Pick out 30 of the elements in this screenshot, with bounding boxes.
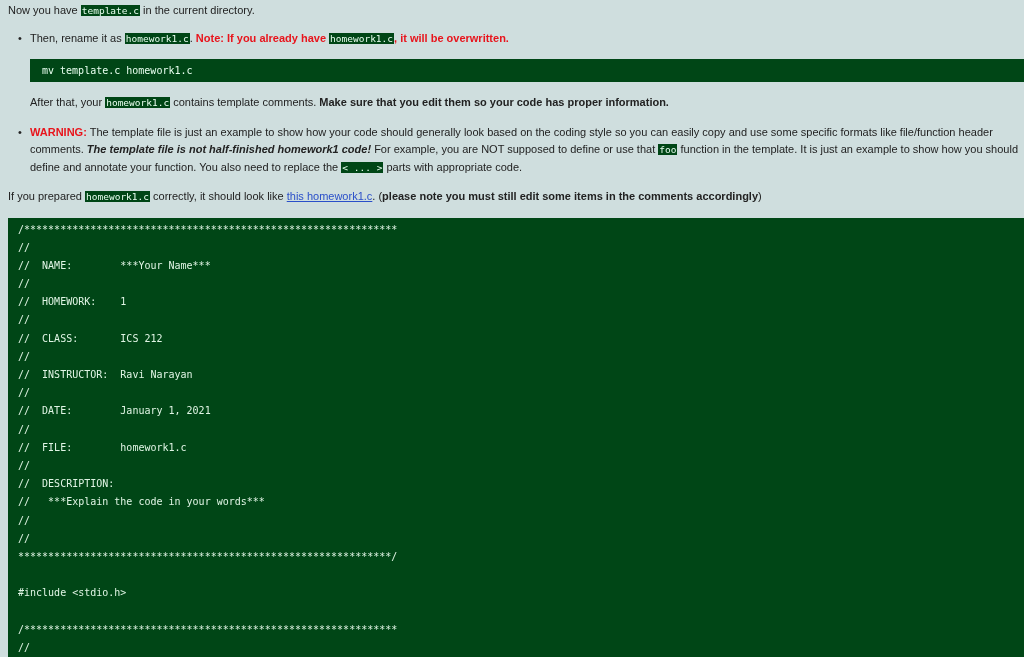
code-line: // DATE: January 1, 2021 bbox=[18, 404, 212, 419]
code-line: /************************************************************** bbox=[18, 222, 399, 237]
code-line: // bbox=[18, 386, 32, 401]
code-line: // bbox=[18, 313, 32, 328]
code-line: // bbox=[18, 513, 32, 528]
code-line: // ***Explain the code in your words*** bbox=[18, 495, 266, 510]
code-line: // bbox=[18, 531, 32, 546]
code-line: // CLASS: ICS 212 bbox=[18, 331, 164, 346]
code-line: // FILE: homework1.c bbox=[18, 440, 188, 455]
code-line: // bbox=[18, 277, 32, 292]
code-line: #include <stdio.h> bbox=[18, 586, 128, 601]
code-line: // bbox=[18, 422, 32, 437]
code-line: // bbox=[18, 640, 32, 655]
code-line: // HOMEWORK: 1 bbox=[18, 295, 128, 310]
code-line: // DESCRIPTION: bbox=[18, 477, 116, 492]
command-block: mv template.c homework1.c bbox=[30, 59, 1024, 82]
paragraph: Then, rename it as homework1.c. Note: If you already have homework1.c, it will be overwritten. bbox=[30, 30, 510, 46]
code-line: // bbox=[18, 349, 32, 364]
paragraph: WARNING: The template file is just an example to show how your code should generally look based on the coding style so you can easily copy and use some specific formats like file/function header comments. The template file is not half-finished homework1 code! For example, you are NOT supposed to define or use that foo function in the template. It is just an example to show how you should define and annotate your function. You also need to replace the < ... > parts with appropriate code. bbox=[30, 124, 1020, 175]
code-line: // bbox=[18, 458, 32, 473]
bullet: • bbox=[18, 30, 23, 46]
paragraph: If you prepared homework1.c correctly, it should look like this homework1.c. (please note you must still edit some items in the comments accordingly) bbox=[8, 189, 763, 204]
bullet: • bbox=[18, 124, 23, 140]
code-line: /************************************************************** bbox=[18, 622, 399, 637]
code-line: // NAME: ***Your Name*** bbox=[18, 258, 212, 273]
code-line: // bbox=[18, 240, 32, 255]
paragraph: Now you have template.c in the current directory. bbox=[8, 3, 256, 18]
code-line: **************************************************************/ bbox=[18, 549, 399, 564]
paragraph: After that, your homework1.c contains template comments. Make sure that you edit them so your code has proper information. bbox=[30, 95, 670, 110]
code-line: // INSTRUCTOR: Ravi Narayan bbox=[18, 368, 194, 382]
